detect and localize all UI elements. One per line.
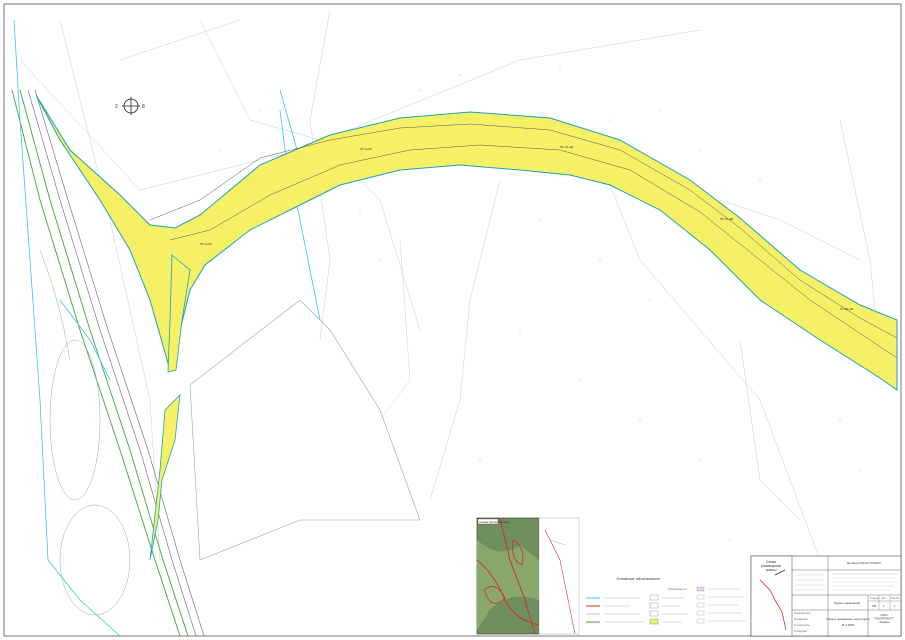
stamp-stage-value: ПМ [872,604,877,608]
stamp-scale: М 1:2000 [842,623,855,627]
title-block: Схема размещения трассы Договор 001/10-ТП/… [750,555,902,637]
stamp-stage-label: Стадия [870,596,879,600]
stamp-role-3: Н.контроль [794,623,810,627]
legend-header: Обозначения [668,587,687,591]
stamp-role-1: Разработал [794,611,811,615]
road-label-2: ПК 5+00 [360,147,372,151]
legend-title: Условные обозначения [616,576,659,581]
inset-title: Схема расположения [479,520,509,524]
stamp-document-title: Договор 001/10-ТП/2017 [847,561,881,565]
stamp-sheets-label: Листов [891,596,900,600]
survey-map-sheet: ПК 2+00 ПК 5+00 ПК 10+00 ПК 15+00 ПК 20+… [3,3,902,637]
road-label-5: ПК 20+00 [840,307,853,311]
road-label-4: ПК 15+00 [720,217,733,221]
stamp-plan-title: Проект межевания территории [826,617,869,621]
compass-east-label: 8 [142,104,145,110]
stamp-role-2: Проверил [794,617,808,621]
road-label-1: ПК 2+00 [200,242,212,246]
stamp-project-title: Проект межевания [834,601,861,605]
stamp-role-4: Утвердил [794,629,808,633]
road-label-3: ПК 10+00 [560,145,573,149]
sheet-frame [3,3,902,637]
location-inset: Схема расположения [476,517,580,635]
compass-north-label: 2 [115,104,118,110]
stamp-sheet-label: Лист [881,596,887,600]
